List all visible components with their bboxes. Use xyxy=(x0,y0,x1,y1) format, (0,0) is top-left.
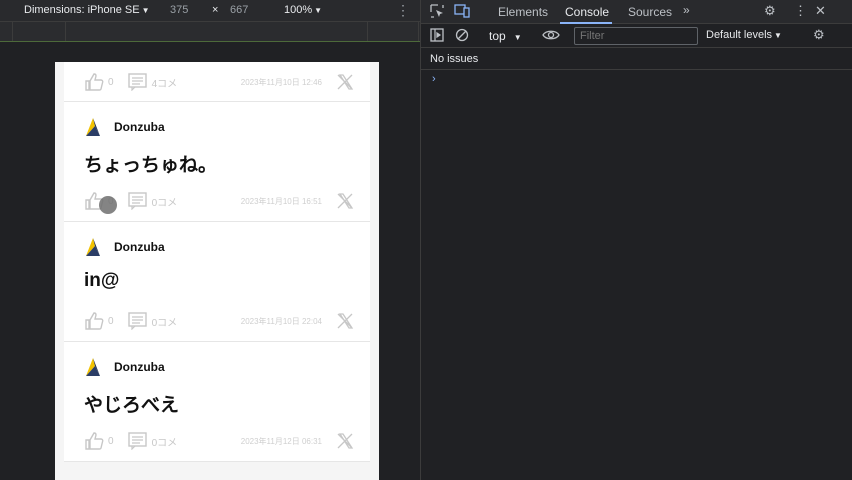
user-name: Donzuba xyxy=(114,120,165,134)
ruler-baseline xyxy=(0,41,420,42)
issues-status[interactable]: No issues xyxy=(430,53,478,65)
comment-count: 0コメ xyxy=(151,197,178,209)
thumbs-up-icon xyxy=(85,432,104,450)
log-levels-value: Default levels xyxy=(706,29,773,41)
device-dimensions-label: Dimensions: iPhone SE xyxy=(24,4,140,16)
height-input[interactable]: 667 xyxy=(230,4,248,16)
x-share-icon[interactable] xyxy=(336,432,354,450)
like-count: 0 xyxy=(108,76,114,88)
ruler-segment xyxy=(12,22,13,42)
divider xyxy=(421,69,852,70)
console-prompt[interactable]: › xyxy=(432,73,436,85)
devtools-pane: Elements Console Sources » ⚙ ⋮ ✕ top ▼ De… xyxy=(421,0,852,480)
inspect-element-icon[interactable] xyxy=(430,4,444,21)
console-toolbar: top▼ Default levels▼ ⚙ xyxy=(421,24,852,48)
dropdown-arrow-icon: ▼ xyxy=(314,6,323,15)
comment-count: 4コメ xyxy=(151,78,178,90)
comment-button[interactable]: 0コメ xyxy=(127,432,178,450)
tab-elements[interactable]: Elements xyxy=(498,5,548,19)
x-share-icon[interactable] xyxy=(336,192,354,210)
clear-console-icon[interactable] xyxy=(455,28,469,45)
ruler-segment xyxy=(418,22,419,42)
post-card: Donzuba やじろべえ 0 0コメ 2023年11月12日 06:31 xyxy=(64,342,370,462)
like-button[interactable]: 0 xyxy=(84,432,114,450)
devtools-tabbar: Elements Console Sources » ⚙ ⋮ ✕ xyxy=(421,0,852,24)
comment-icon xyxy=(127,192,147,210)
like-count: 0 xyxy=(108,315,114,327)
thumbs-up-icon xyxy=(85,73,104,91)
device-viewport: 0 4コメ 2023年11月10日 12:46 Donzuba ちょっちゅね。 … xyxy=(55,62,379,480)
like-count: 0 xyxy=(108,435,114,447)
dropdown-arrow-icon: ▼ xyxy=(513,33,522,42)
post-date: 2023年11月10日 16:51 xyxy=(240,196,322,206)
context-value: top xyxy=(489,29,506,43)
post-actions: 0 4コメ 2023年11月10日 12:46 xyxy=(84,71,354,93)
comment-button[interactable]: 4コメ xyxy=(127,73,178,91)
ruler-segment xyxy=(65,22,66,42)
thumbs-up-icon xyxy=(85,312,104,330)
zoom-value: 100% xyxy=(284,4,313,16)
device-toggle-icon[interactable] xyxy=(454,4,470,21)
post-actions: 0 0コメ 2023年11月10日 16:51 xyxy=(84,190,354,212)
comment-count: 0コメ xyxy=(151,317,178,329)
tab-sources[interactable]: Sources xyxy=(628,5,672,19)
avatar xyxy=(84,236,102,258)
comment-icon xyxy=(127,73,147,91)
zoom-select[interactable]: 100% ▼ xyxy=(284,4,322,16)
filter-input[interactable] xyxy=(574,27,698,45)
like-button[interactable]: 0 xyxy=(84,73,114,91)
post-text: in@ xyxy=(84,270,120,291)
device-emulation-pane: Dimensions: iPhone SE ▼ 375 × 667 100% ▼ ⋮ xyxy=(0,0,420,480)
dropdown-arrow-icon: ▼ xyxy=(774,31,782,40)
post-actions: 0 0コメ 2023年11月12日 06:31 xyxy=(84,430,354,452)
sidebar-toggle-icon[interactable] xyxy=(430,28,444,45)
more-options-icon[interactable]: ⋮ xyxy=(794,3,807,19)
post-card: Donzuba in@ 0 0コメ 2023年11月10日 22:04 xyxy=(64,222,370,342)
user-name: Donzuba xyxy=(114,240,165,254)
like-button[interactable]: 0 xyxy=(84,312,114,330)
post-date: 2023年11月10日 12:46 xyxy=(240,77,322,87)
touch-cursor xyxy=(99,196,117,214)
more-tabs-icon[interactable]: » xyxy=(683,3,690,17)
post-actions: 0 0コメ 2023年11月10日 22:04 xyxy=(84,310,354,332)
times-icon: × xyxy=(212,4,219,16)
post-text: やじろべえ xyxy=(84,395,180,416)
device-select[interactable]: Dimensions: iPhone SE ▼ xyxy=(24,4,149,16)
tab-console[interactable]: Console xyxy=(565,5,609,19)
avatar xyxy=(84,116,102,138)
comment-button[interactable]: 0コメ xyxy=(127,312,178,330)
comment-button[interactable]: 0コメ xyxy=(127,192,178,210)
more-options-icon[interactable]: ⋮ xyxy=(396,2,410,19)
context-select[interactable]: top ▼ xyxy=(489,29,522,43)
console-settings-gear-icon[interactable]: ⚙ xyxy=(813,27,825,43)
close-icon[interactable]: ✕ xyxy=(815,3,826,19)
comment-count: 0コメ xyxy=(151,437,178,449)
comment-icon xyxy=(127,312,147,330)
post-card: 0 4コメ 2023年11月10日 12:46 xyxy=(64,62,370,102)
settings-gear-icon[interactable]: ⚙ xyxy=(764,3,776,19)
avatar xyxy=(84,356,102,378)
ruler-segment xyxy=(367,22,368,42)
screen: Dimensions: iPhone SE ▼ 375 × 667 100% ▼ ⋮ xyxy=(0,0,852,480)
media-query-ruler xyxy=(0,22,420,42)
post-date: 2023年11月12日 06:31 xyxy=(240,436,322,446)
eye-icon[interactable] xyxy=(542,28,560,45)
user-name: Donzuba xyxy=(114,360,165,374)
width-input[interactable]: 375 xyxy=(170,4,188,16)
log-levels-select[interactable]: Default levels ▼ xyxy=(706,29,782,41)
dropdown-arrow-icon: ▼ xyxy=(141,6,150,15)
x-share-icon[interactable] xyxy=(336,73,354,91)
post-text: ちょっちゅね。 xyxy=(84,155,218,176)
device-toolbar: Dimensions: iPhone SE ▼ 375 × 667 100% ▼ ⋮ xyxy=(0,0,420,22)
post-author[interactable]: Donzuba xyxy=(84,356,165,378)
post-author[interactable]: Donzuba xyxy=(84,236,165,258)
comment-icon xyxy=(127,432,147,450)
post-feed: 0 4コメ 2023年11月10日 12:46 Donzuba ちょっちゅね。 … xyxy=(64,62,370,462)
post-date: 2023年11月10日 22:04 xyxy=(240,316,322,326)
post-author[interactable]: Donzuba xyxy=(84,116,165,138)
x-share-icon[interactable] xyxy=(336,312,354,330)
